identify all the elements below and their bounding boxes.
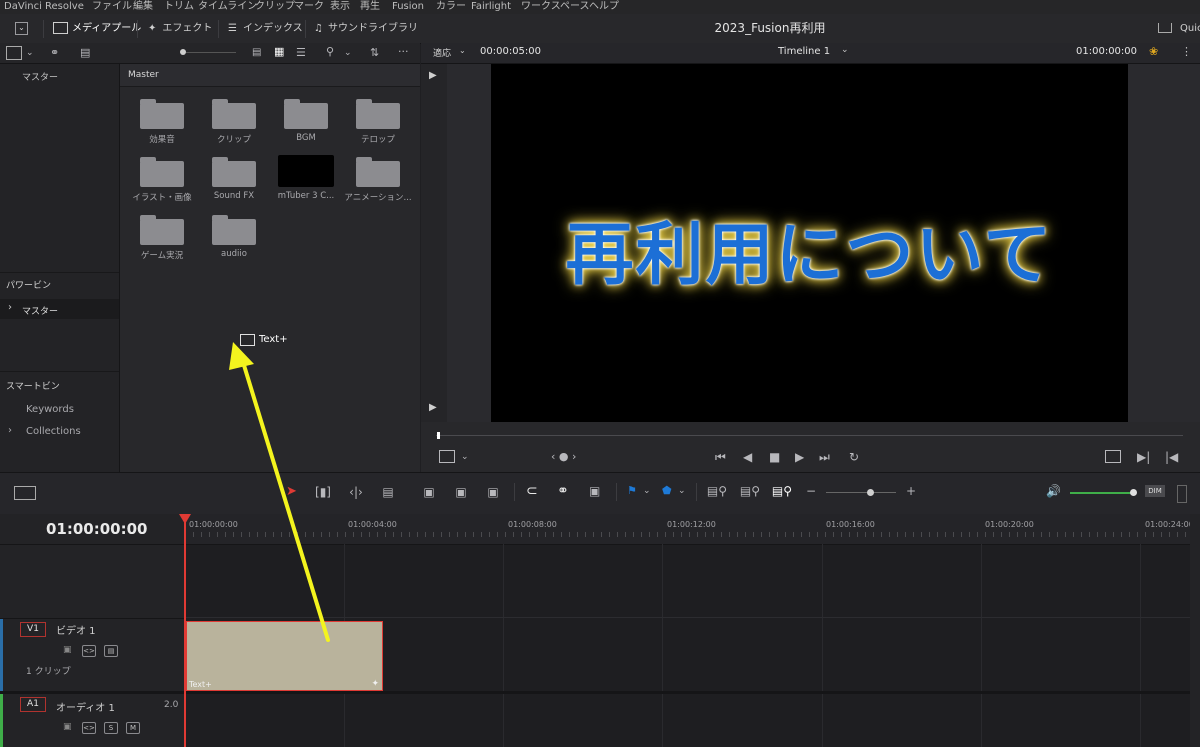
annotation-arrow — [229, 342, 330, 642]
